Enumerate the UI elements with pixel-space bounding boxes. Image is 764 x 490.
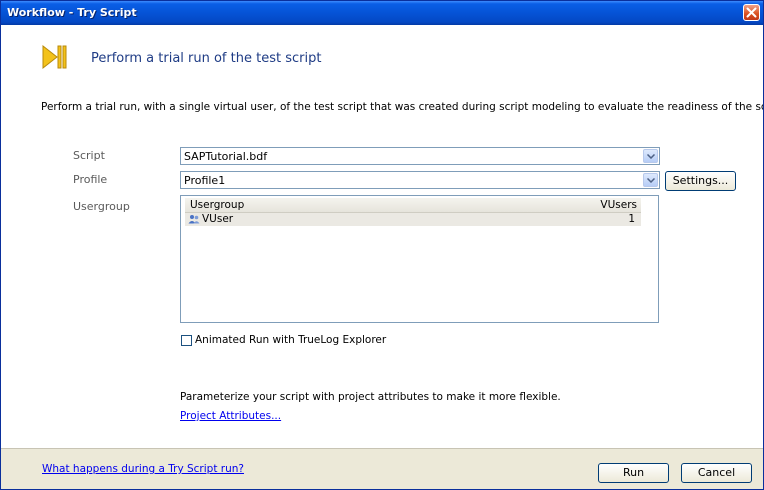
parameterize-text: Parameterize your script with project at… bbox=[180, 391, 561, 403]
users-icon bbox=[188, 215, 200, 224]
script-dropdown[interactable]: SAPTutorial.bdf bbox=[180, 147, 660, 165]
title-bar[interactable]: Workflow - Try Script bbox=[1, 1, 763, 25]
help-link[interactable]: What happens during a Try Script run? bbox=[42, 463, 244, 475]
usergroup-label: Usergroup bbox=[73, 200, 130, 213]
chevron-down-icon[interactable] bbox=[643, 149, 658, 163]
row-name-cell: VUser bbox=[188, 213, 233, 225]
animated-run-checkbox[interactable] bbox=[181, 334, 192, 346]
project-attributes-link[interactable]: Project Attributes... bbox=[180, 410, 281, 422]
cancel-button[interactable]: Cancel bbox=[681, 463, 752, 483]
script-label: Script bbox=[73, 149, 105, 162]
usergroup-list-header: Usergroup VUsers bbox=[185, 198, 641, 213]
animated-run-label: Animated Run with TrueLog Explorer bbox=[195, 334, 387, 346]
play-pause-icon bbox=[42, 44, 67, 70]
script-dropdown-value: SAPTutorial.bdf bbox=[184, 150, 268, 163]
description-text: Perform a trial run, with a single virtu… bbox=[41, 101, 764, 113]
close-button[interactable] bbox=[743, 4, 760, 21]
chevron-down-icon[interactable] bbox=[643, 173, 658, 187]
column-header-vusers[interactable]: VUsers bbox=[600, 199, 637, 211]
run-button[interactable]: Run bbox=[598, 463, 669, 483]
page-title: Perform a trial run of the test script bbox=[91, 51, 322, 66]
table-row[interactable]: VUser 1 bbox=[185, 213, 641, 226]
window-title: Workflow - Try Script bbox=[7, 6, 137, 19]
animated-run-option[interactable]: Animated Run with TrueLog Explorer bbox=[181, 334, 386, 346]
try-script-dialog: Workflow - Try Script Perform a trial ru… bbox=[0, 0, 764, 490]
profile-dropdown[interactable]: Profile1 bbox=[180, 171, 660, 189]
usergroup-name: VUser bbox=[202, 213, 234, 225]
dialog-footer: What happens during a Try Script run? Ru… bbox=[1, 448, 763, 489]
profile-label: Profile bbox=[73, 173, 108, 186]
settings-button[interactable]: Settings... bbox=[665, 171, 736, 191]
vusers-count: 1 bbox=[628, 213, 635, 225]
profile-dropdown-value: Profile1 bbox=[184, 174, 226, 187]
usergroup-list[interactable]: Usergroup VUsers VUser 1 bbox=[180, 195, 659, 323]
column-header-usergroup[interactable]: Usergroup bbox=[190, 199, 244, 211]
close-icon bbox=[746, 7, 757, 18]
